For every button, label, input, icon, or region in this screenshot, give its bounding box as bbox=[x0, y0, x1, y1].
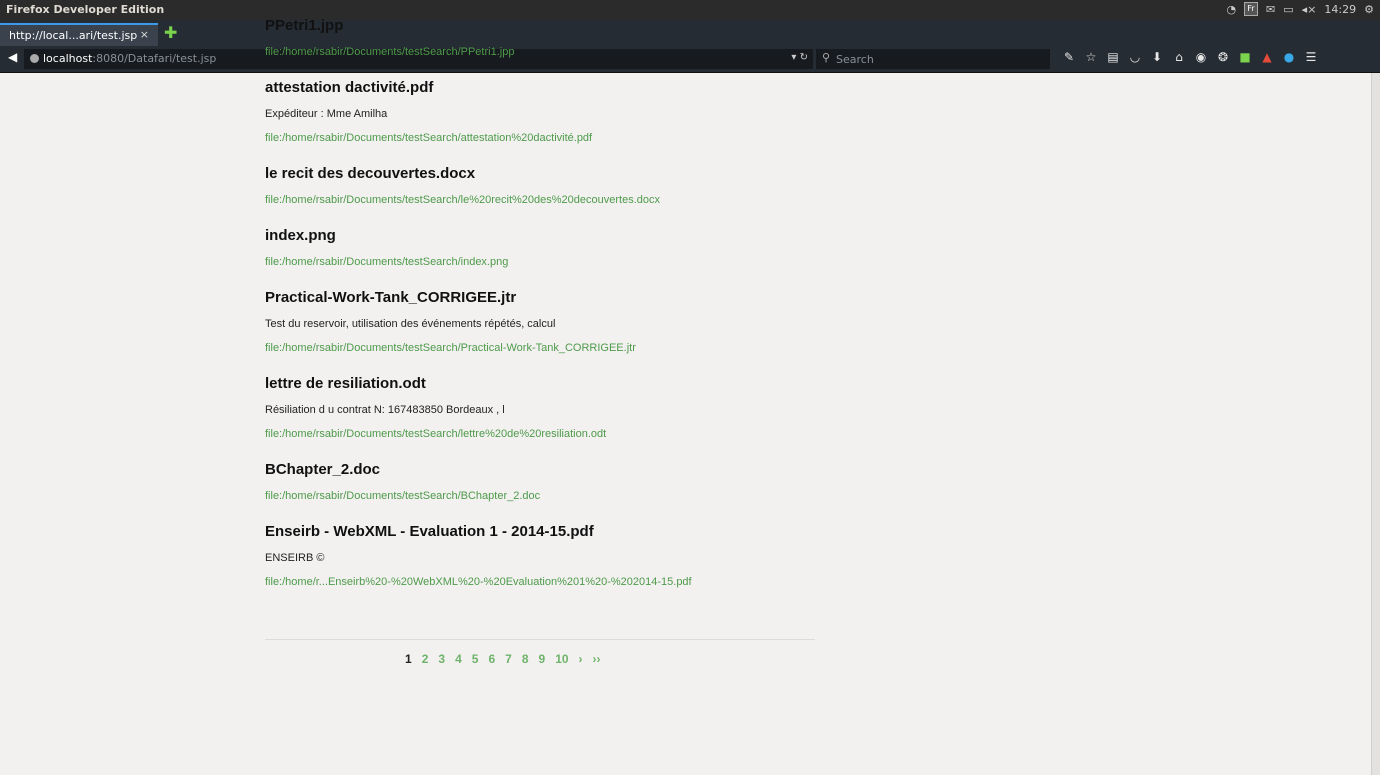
reading-list-icon[interactable]: ▤ bbox=[1102, 50, 1124, 64]
keyboard-layout-icon[interactable]: Fr bbox=[1244, 2, 1259, 16]
addon-red-icon[interactable]: ▲ bbox=[1256, 50, 1278, 64]
result-url[interactable]: file:/home/rsabir/Documents/testSearch/P… bbox=[265, 45, 815, 59]
search-input[interactable] bbox=[834, 51, 1038, 68]
search-results: PPetri1.jpp file:/home/rsabir/Documents/… bbox=[265, 17, 815, 609]
result-url[interactable]: file:/home/rsabir/Documents/testSearch/a… bbox=[265, 131, 815, 145]
page-link[interactable]: 4 bbox=[455, 652, 462, 666]
result-item: Enseirb - WebXML - Evaluation 1 - 2014-1… bbox=[265, 523, 815, 589]
addon-blue-icon[interactable]: ● bbox=[1278, 50, 1300, 64]
download-icon[interactable]: ⬇ bbox=[1146, 50, 1168, 64]
result-snippet: ENSEIRB © bbox=[265, 552, 325, 564]
extension-icon[interactable]: ❂ bbox=[1212, 50, 1234, 64]
page-link[interactable]: 6 bbox=[488, 652, 495, 666]
wrench-icon[interactable]: ✎ bbox=[1058, 50, 1080, 64]
menu-hamburger-icon[interactable]: ☰ bbox=[1300, 50, 1322, 64]
toolbar-icons: ✎ ☆ ▤ ◡ ⬇ ⌂ ◉ ❂ ■ ▲ ● ☰ bbox=[1058, 50, 1322, 64]
tab-label: http://local...ari/test.jsp bbox=[9, 29, 138, 42]
settings-gear-icon[interactable]: ⚙ bbox=[1364, 3, 1374, 16]
page-link[interactable]: 2 bbox=[422, 652, 429, 666]
system-tray: ◔ Fr ✉ ▭ ◂× 14:29 ⚙ bbox=[1226, 2, 1374, 16]
search-bar[interactable]: ⚲ bbox=[816, 49, 1050, 69]
result-item: PPetri1.jpp file:/home/rsabir/Documents/… bbox=[265, 17, 815, 59]
result-snippet: Expéditeur : Mme Amilha bbox=[265, 108, 388, 120]
chat-icon[interactable]: ◉ bbox=[1190, 50, 1212, 64]
page-link[interactable]: 9 bbox=[539, 652, 546, 666]
page-link[interactable]: 5 bbox=[472, 652, 479, 666]
clock[interactable]: 14:29 bbox=[1324, 3, 1356, 16]
result-title[interactable]: BChapter_2.doc bbox=[265, 461, 815, 479]
mail-icon[interactable]: ✉ bbox=[1266, 3, 1275, 16]
next-page-icon[interactable]: › bbox=[579, 652, 583, 666]
home-icon[interactable]: ⌂ bbox=[1168, 50, 1190, 64]
battery-icon[interactable]: ▭ bbox=[1283, 3, 1293, 16]
result-item: BChapter_2.doc file:/home/rsabir/Documen… bbox=[265, 461, 815, 503]
result-item: index.png file:/home/rsabir/Documents/te… bbox=[265, 227, 815, 269]
close-tab-icon[interactable]: × bbox=[140, 28, 149, 41]
window-title: Firefox Developer Edition bbox=[6, 3, 165, 16]
result-item: lettre de resiliation.odt Résiliation d … bbox=[265, 375, 815, 441]
result-url[interactable]: file:/home/rsabir/Documents/testSearch/P… bbox=[265, 341, 815, 355]
result-title[interactable]: lettre de resiliation.odt bbox=[265, 375, 815, 393]
result-item: attestation dactivité.pdf Expéditeur : M… bbox=[265, 79, 815, 145]
site-identity-icon[interactable] bbox=[30, 54, 39, 63]
volume-icon[interactable]: ◂× bbox=[1302, 3, 1317, 16]
search-icon: ⚲ bbox=[822, 51, 831, 64]
tab-test-jsp[interactable]: http://local...ari/test.jsp × bbox=[0, 23, 158, 46]
result-title[interactable]: Enseirb - WebXML - Evaluation 1 - 2014-1… bbox=[265, 523, 815, 541]
back-arrow-icon[interactable]: ◀ bbox=[8, 50, 17, 64]
new-tab-plus-icon[interactable]: ✚ bbox=[164, 23, 177, 42]
result-title[interactable]: le recit des decouvertes.docx bbox=[265, 165, 815, 183]
url-text: localhost:8080/Datafari/test.jsp bbox=[43, 52, 216, 65]
result-title[interactable]: attestation dactivité.pdf bbox=[265, 79, 815, 97]
url-host: localhost bbox=[43, 52, 93, 65]
result-url[interactable]: file:/home/rsabir/Documents/testSearch/l… bbox=[265, 193, 815, 207]
bookmark-star-icon[interactable]: ☆ bbox=[1080, 50, 1102, 64]
result-url[interactable]: file:/home/r...Enseirb%20-%20WebXML%20-%… bbox=[265, 575, 815, 589]
wifi-icon[interactable]: ◔ bbox=[1226, 3, 1236, 16]
page-link-current[interactable]: 1 bbox=[405, 652, 412, 666]
result-item: le recit des decouvertes.docx file:/home… bbox=[265, 165, 815, 207]
page-link[interactable]: 7 bbox=[505, 652, 512, 666]
page-link[interactable]: 3 bbox=[438, 652, 445, 666]
result-item: Practical-Work-Tank_CORRIGEE.jtr Test du… bbox=[265, 289, 815, 355]
last-page-icon[interactable]: ›› bbox=[593, 652, 601, 666]
result-snippet: Test du reservoir, utilisation des événe… bbox=[265, 318, 556, 330]
result-snippet: Résiliation d u contrat N: 167483850 Bor… bbox=[265, 404, 505, 416]
result-title[interactable]: Practical-Work-Tank_CORRIGEE.jtr bbox=[265, 289, 815, 307]
pagination: 1 2 3 4 5 6 7 8 9 10 › ›› bbox=[405, 652, 611, 666]
result-url[interactable]: file:/home/rsabir/Documents/testSearch/i… bbox=[265, 255, 815, 269]
result-title[interactable]: PPetri1.jpp bbox=[265, 17, 815, 35]
pagination-divider bbox=[265, 639, 815, 640]
result-url[interactable]: file:/home/rsabir/Documents/testSearch/l… bbox=[265, 427, 815, 441]
page-link[interactable]: 10 bbox=[555, 652, 568, 666]
pocket-icon[interactable]: ◡ bbox=[1124, 50, 1146, 64]
page-scrollbar[interactable] bbox=[1371, 73, 1380, 775]
result-url[interactable]: file:/home/rsabir/Documents/testSearch/B… bbox=[265, 489, 815, 503]
url-path: :8080/Datafari/test.jsp bbox=[92, 52, 217, 65]
page-link[interactable]: 8 bbox=[522, 652, 529, 666]
addon-green-icon[interactable]: ■ bbox=[1234, 50, 1256, 64]
result-title[interactable]: index.png bbox=[265, 227, 815, 245]
